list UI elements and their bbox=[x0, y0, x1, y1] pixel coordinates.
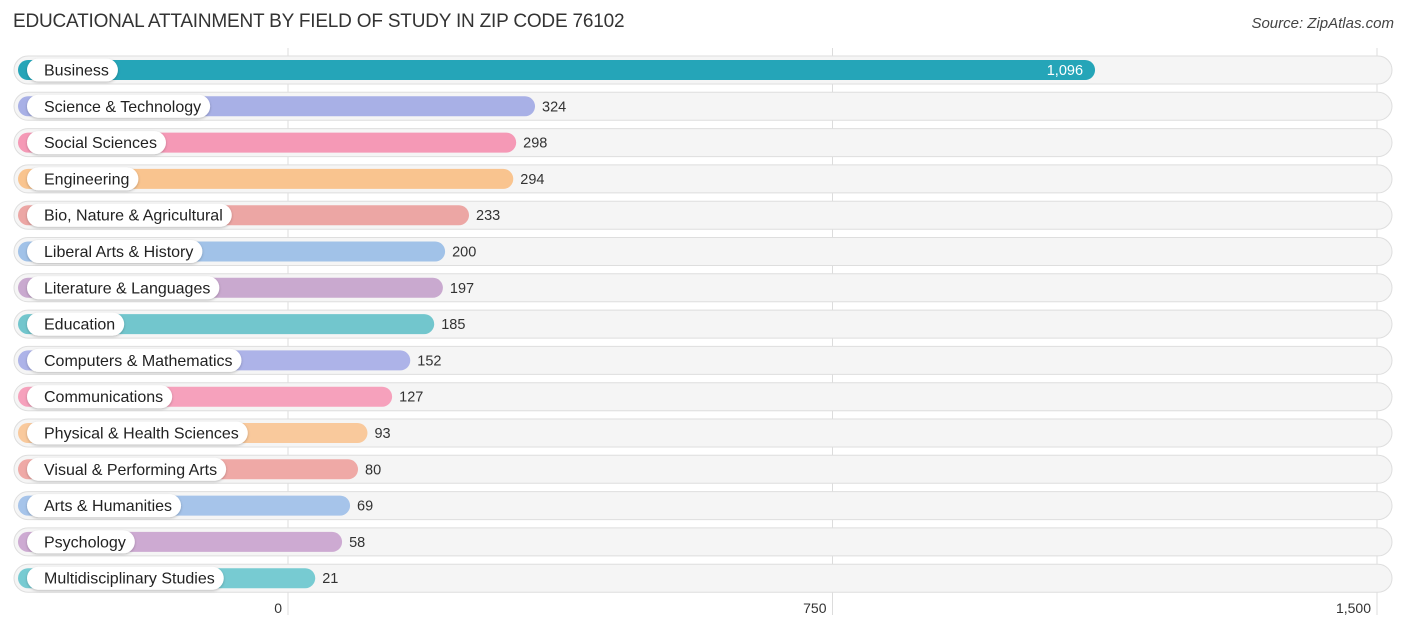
x-axis-ticks: 0 750 1,500 bbox=[274, 600, 1371, 616]
category-label: Multidisciplinary Studies bbox=[44, 571, 215, 588]
category-label: Science & Technology bbox=[44, 99, 201, 116]
bar-row: Communications 127 bbox=[13, 382, 1393, 412]
bar-row: Psychology 58 bbox=[13, 527, 1393, 557]
category-label: Computers & Mathematics bbox=[44, 353, 233, 370]
category-label: Psychology bbox=[44, 534, 126, 551]
value-label: 152 bbox=[417, 353, 441, 369]
bar-row: Business 1,096 bbox=[13, 55, 1393, 85]
category-label: Social Sciences bbox=[44, 135, 157, 152]
bar-row: Arts & Humanities 69 bbox=[13, 491, 1393, 521]
category-label: Bio, Nature & Agricultural bbox=[44, 208, 223, 225]
bar-rows: Business 1,096 Science & Technology 324 Soci… bbox=[13, 55, 1393, 593]
bar-row: Multidisciplinary Studies 21 bbox=[13, 563, 1393, 593]
category-label: Engineering bbox=[44, 171, 129, 188]
x-tick-label: 0 bbox=[274, 600, 282, 616]
bar-row: Science & Technology 324 bbox=[13, 91, 1393, 121]
bar-row: Visual & Performing Arts 80 bbox=[13, 454, 1393, 484]
category-label: Education bbox=[44, 317, 115, 334]
category-label: Arts & Humanities bbox=[44, 498, 172, 515]
value-label: 127 bbox=[399, 390, 423, 406]
category-label: Liberal Arts & History bbox=[44, 244, 193, 261]
value-label: 233 bbox=[476, 208, 500, 224]
x-tick-label: 1,500 bbox=[1336, 600, 1371, 616]
value-label: 197 bbox=[450, 281, 474, 297]
category-label: Business bbox=[44, 63, 109, 80]
bar-row: Bio, Nature & Agricultural 233 bbox=[13, 200, 1393, 230]
bar-row: Liberal Arts & History 200 bbox=[13, 237, 1393, 266]
bar bbox=[18, 60, 1096, 80]
value-label: 324 bbox=[542, 99, 566, 115]
category-label: Literature & Languages bbox=[44, 280, 210, 297]
value-label: 69 bbox=[357, 499, 373, 515]
bar-chart: Business 1,096 Science & Technology 324 Soci… bbox=[13, 48, 1393, 616]
value-label: 1,096 bbox=[1047, 63, 1083, 79]
value-label: 93 bbox=[374, 426, 390, 442]
value-label: 58 bbox=[349, 535, 365, 551]
bar-row: Education 185 bbox=[13, 309, 1393, 339]
category-label: Communications bbox=[44, 389, 163, 406]
bar-row: Computers & Mathematics 152 bbox=[13, 345, 1393, 375]
bar-row: Literature & Languages 197 bbox=[13, 273, 1393, 303]
bar-row: Social Sciences 298 bbox=[13, 128, 1393, 158]
category-label: Physical & Health Sciences bbox=[44, 426, 239, 443]
category-label: Visual & Performing Arts bbox=[44, 462, 217, 479]
x-tick-label: 750 bbox=[803, 600, 827, 616]
value-label: 21 bbox=[322, 571, 338, 587]
value-label: 200 bbox=[452, 245, 476, 261]
value-label: 80 bbox=[365, 462, 381, 478]
bar-row: Engineering 294 bbox=[13, 164, 1393, 194]
value-label: 185 bbox=[441, 317, 465, 333]
value-label: 294 bbox=[520, 172, 544, 188]
value-label: 298 bbox=[523, 136, 547, 152]
bar-row: Physical & Health Sciences 93 bbox=[13, 418, 1393, 448]
